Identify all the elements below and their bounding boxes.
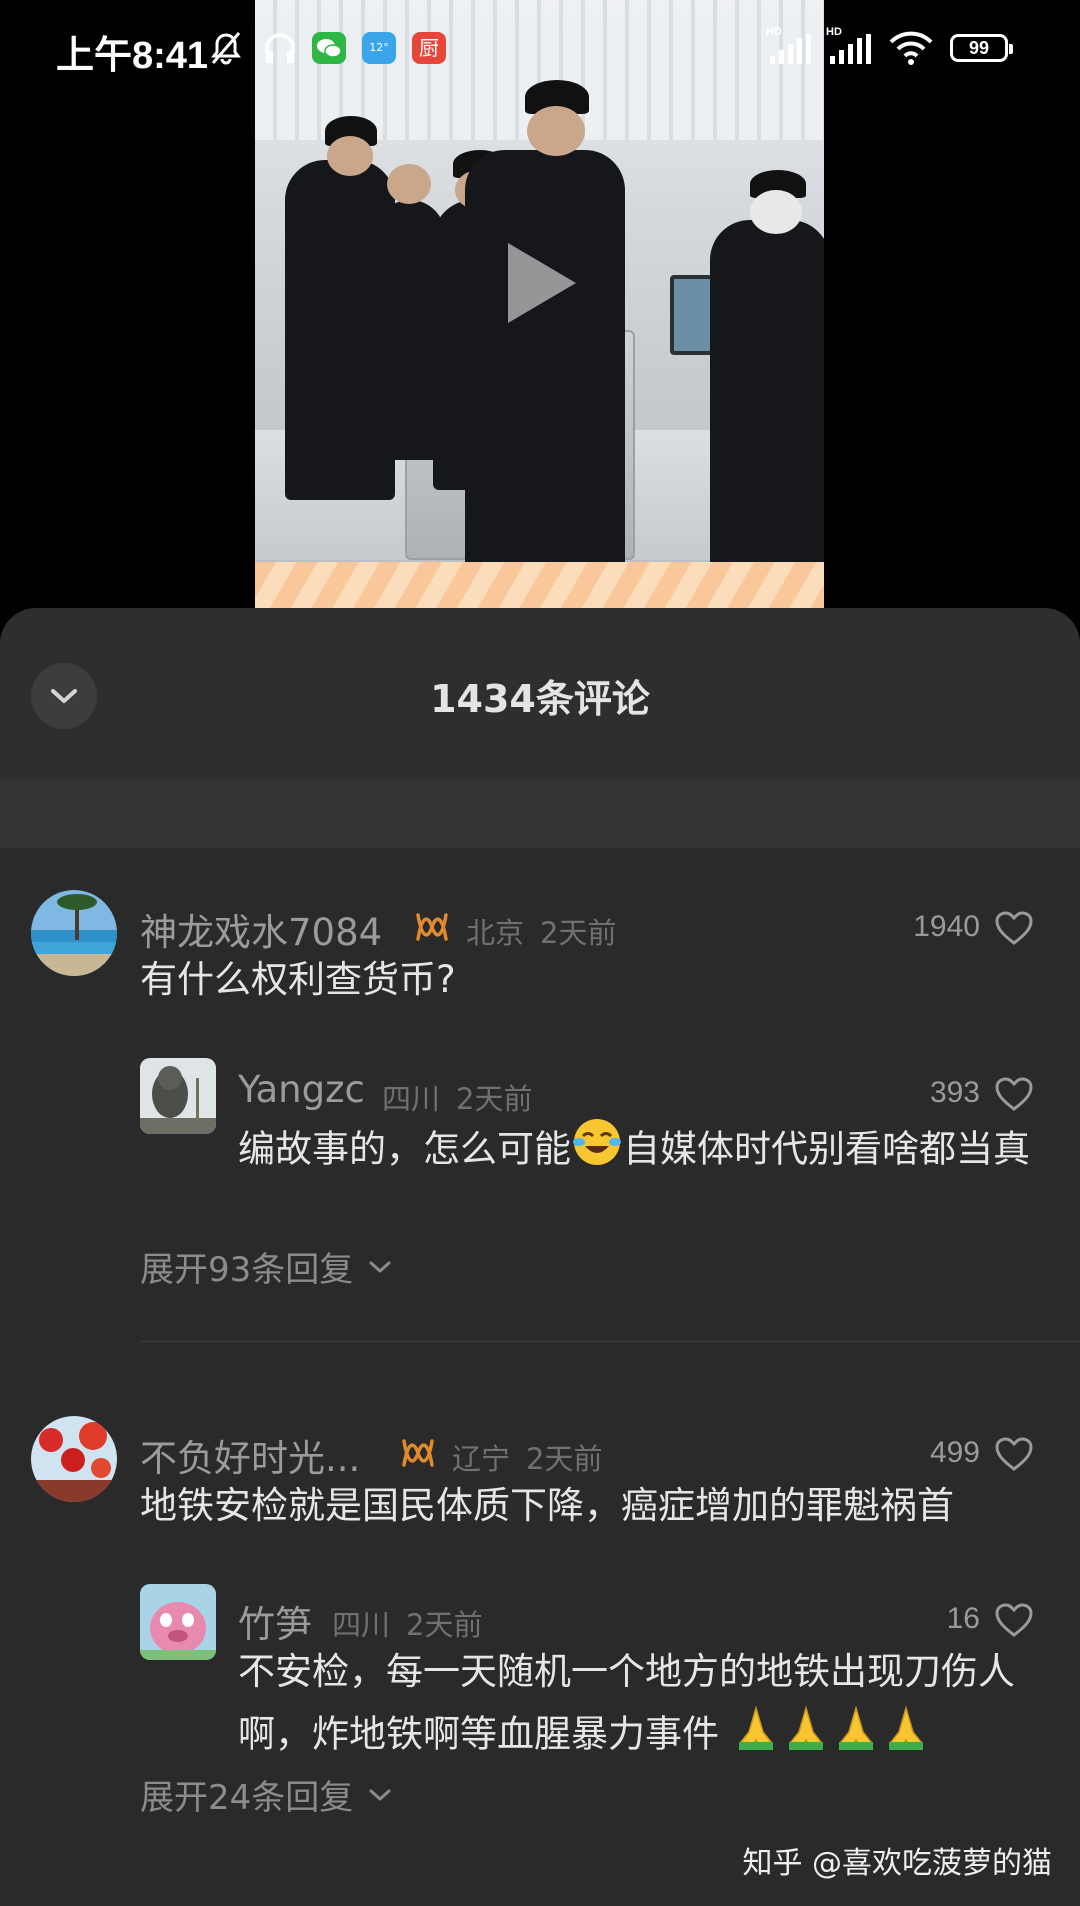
- comment-username[interactable]: 不负好时光...: [140, 1428, 360, 1482]
- infinity-badge-icon: [414, 912, 450, 946]
- chevron-down-icon: [369, 1789, 391, 1800]
- comment-text: 有什么权利查货币?: [140, 958, 456, 1001]
- comment-location: 北京: [466, 916, 525, 950]
- wifi-icon: [888, 30, 934, 70]
- reply-text-part: 编故事的，怎么可能: [238, 1127, 571, 1171]
- like-count: 393: [929, 1076, 980, 1109]
- cellular-signal-icon: HD: [826, 26, 880, 70]
- divider: [140, 1341, 1080, 1342]
- expand-replies-button[interactable]: 展开24条回复: [140, 1770, 393, 1819]
- avatar[interactable]: [31, 890, 117, 976]
- comment-location: 辽宁: [452, 1442, 511, 1476]
- heart-icon[interactable]: [994, 910, 1034, 950]
- panel-header: 1434条评论: [0, 608, 1080, 780]
- laughing-crying-emoji-icon: [571, 1116, 623, 1186]
- reply-text: 不安检，每一天随机一个地方的地铁出现刀伤人啊，炸地铁啊等血腥暴力事件: [238, 1642, 1038, 1770]
- reply-time: 2天前: [406, 1608, 483, 1642]
- avatar[interactable]: [140, 1058, 216, 1134]
- weather-icon: 12°: [362, 32, 396, 64]
- status-time: 上午8:41: [56, 35, 209, 77]
- comment-time: 2天前: [540, 916, 617, 950]
- reply-location: 四川: [382, 1082, 441, 1116]
- expand-replies-button[interactable]: 展开93条回复: [140, 1242, 393, 1291]
- comment-item: 不负好时光... 辽宁 2天前 499 地铁安检就是国民体质下降，癌症增加的罪魁…: [0, 1416, 1080, 1906]
- headphone-icon: [262, 30, 298, 70]
- chevron-down-icon: [369, 1261, 391, 1272]
- header-spacer: [0, 780, 1080, 848]
- video-bottom-banner: [255, 562, 824, 608]
- avatar[interactable]: [31, 1416, 117, 1502]
- reply-username[interactable]: 竹笋: [238, 1594, 312, 1648]
- heart-icon[interactable]: [994, 1602, 1034, 1642]
- expand-replies-label: 展开24条回复: [140, 1778, 354, 1818]
- avatar[interactable]: [140, 1584, 216, 1660]
- cellular-signal-icon: HD: [766, 26, 820, 70]
- comment-username[interactable]: 神龙戏水7084: [140, 902, 382, 956]
- status-bar: 上午8:41 12° 厨 HD HD 99: [0, 0, 1080, 100]
- comment-item: 神龙戏水7084 北京 2天前 1940 有什么权利查货币? Yangzc 四川…: [0, 890, 1080, 1430]
- kitchen-app-icon: 厨: [412, 32, 446, 64]
- wechat-icon: [312, 32, 346, 64]
- comment-time: 2天前: [526, 1442, 603, 1476]
- folded-hands-emoji-icon: [781, 1702, 831, 1770]
- like-count: 1940: [913, 910, 980, 943]
- reply-text: 编故事的，怎么可能 自媒体时代别看啥都当真: [238, 1116, 1038, 1186]
- battery-icon: 99: [950, 34, 1013, 62]
- infinity-badge-icon: [400, 1438, 436, 1472]
- reply-time: 2天前: [456, 1082, 533, 1116]
- video-scene-person: [465, 80, 625, 570]
- play-icon[interactable]: [508, 243, 576, 323]
- watermark: 知乎 @喜欢吃菠萝的猫: [742, 1846, 1052, 1881]
- folded-hands-emoji-icon: [831, 1702, 881, 1770]
- like-count: 499: [929, 1436, 980, 1469]
- reply-text-part: 自媒体时代别看啥都当真: [623, 1127, 1030, 1171]
- heart-icon[interactable]: [994, 1076, 1034, 1116]
- video-scene-person: [710, 170, 824, 580]
- comment-count-title: 1434条评论: [430, 677, 650, 721]
- reply-location: 四川: [332, 1608, 391, 1642]
- comment-panel: 1434条评论 神龙戏水7084 北京 2天前 1940 有什么权利查货币? Y…: [0, 608, 1080, 1906]
- heart-icon[interactable]: [994, 1436, 1034, 1476]
- bell-off-icon: [208, 30, 244, 70]
- folded-hands-emoji-icon: [881, 1702, 931, 1770]
- comment-text: 地铁安检就是国民体质下降，癌症增加的罪魁祸首: [140, 1484, 954, 1527]
- expand-replies-label: 展开93条回复: [140, 1250, 354, 1290]
- like-count: 16: [946, 1602, 980, 1635]
- folded-hands-emoji-icon: [731, 1702, 781, 1770]
- reply-username[interactable]: Yangzc: [238, 1068, 365, 1111]
